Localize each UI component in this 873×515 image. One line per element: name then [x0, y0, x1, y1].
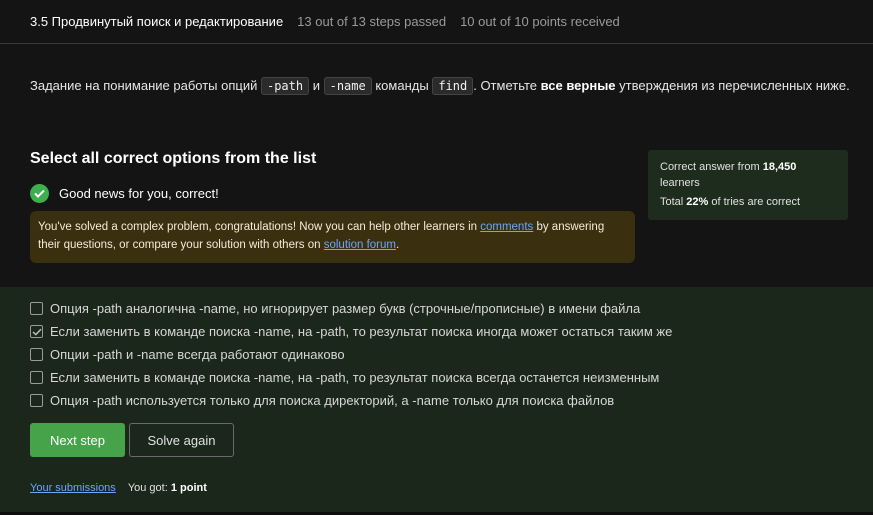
option-item[interactable]: Если заменить в команде поиска -name, на…: [30, 370, 659, 385]
task-emphasis: все верные: [540, 78, 616, 93]
congrats-text: You've solved a complex problem, congrat…: [38, 221, 481, 233]
task-text: команды: [371, 78, 433, 93]
checkbox-checked[interactable]: [30, 325, 43, 338]
code-name: -name: [323, 77, 372, 95]
score-text: You got: 1 point: [127, 482, 207, 494]
checkbox[interactable]: [30, 394, 43, 407]
code-find: find: [432, 77, 474, 95]
task-text: Задание на понимание работы опций: [30, 78, 261, 93]
task-text: и: [309, 78, 324, 93]
task-text: . Отметьте: [473, 78, 541, 93]
option-item[interactable]: Опции -path и -name всегда работают один…: [30, 347, 345, 362]
congrats-text: .: [395, 239, 400, 251]
task-description: Задание на понимание работы опций -path …: [30, 75, 860, 97]
option-label: Опция -path аналогична -name, но игнорир…: [50, 301, 641, 316]
correct-status: Good news for you, correct!: [30, 184, 219, 203]
submission-footer: Your submissions You got: 1 point: [30, 482, 207, 494]
check-circle-icon: [30, 184, 49, 203]
options-panel: Опция -path аналогична -name, но игнорир…: [0, 287, 873, 512]
step-title: 3.5 Продвинутый поиск и редактирование: [30, 14, 284, 29]
learners-count: 18,450: [762, 161, 797, 173]
task-text: утверждения из перечисленных ниже.: [615, 78, 850, 93]
stats-learners: Correct answer from 18,450 learners: [660, 161, 797, 189]
option-item[interactable]: Опция -path аналогична -name, но игнорир…: [30, 301, 640, 316]
checkbox[interactable]: [30, 302, 43, 315]
your-submissions-link[interactable]: Your submissions: [30, 482, 116, 494]
option-item[interactable]: Опция -path используется только для поис…: [30, 393, 614, 408]
correct-text: Good news for you, correct!: [59, 186, 219, 201]
points-progress: 10 out of 10 points received: [460, 14, 620, 29]
code-path: -path: [260, 77, 310, 95]
option-item[interactable]: Если заменить в команде поиска -name, на…: [30, 324, 672, 339]
checkmark-icon: [31, 328, 42, 336]
solution-forum-link[interactable]: solution forum: [324, 239, 396, 251]
percent-value: 22%: [686, 196, 709, 208]
option-label: Опции -path и -name всегда работают один…: [50, 347, 345, 362]
option-label: Если заменить в команде поиска -name, на…: [50, 324, 673, 339]
option-label: Опция -path используется только для поис…: [50, 393, 615, 408]
stats-percent: Total 22% of tries are correct: [660, 196, 801, 208]
quiz-title: Select all correct options from the list: [30, 150, 317, 167]
score-value: 1 point: [170, 482, 207, 494]
solve-again-button[interactable]: Solve again: [129, 423, 234, 457]
stats-panel: Correct answer from 18,450 learners Tota…: [648, 150, 848, 220]
checkbox[interactable]: [30, 348, 43, 361]
comments-link[interactable]: comments: [480, 221, 533, 233]
next-step-button[interactable]: Next step: [30, 423, 125, 457]
option-label: Если заменить в команде поиска -name, на…: [50, 370, 660, 385]
congrats-message: You've solved a complex problem, congrat…: [30, 211, 635, 263]
checkbox[interactable]: [30, 371, 43, 384]
steps-progress: 13 out of 13 steps passed: [297, 14, 447, 29]
step-header: 3.5 Продвинутый поиск и редактирование 1…: [0, 0, 873, 44]
